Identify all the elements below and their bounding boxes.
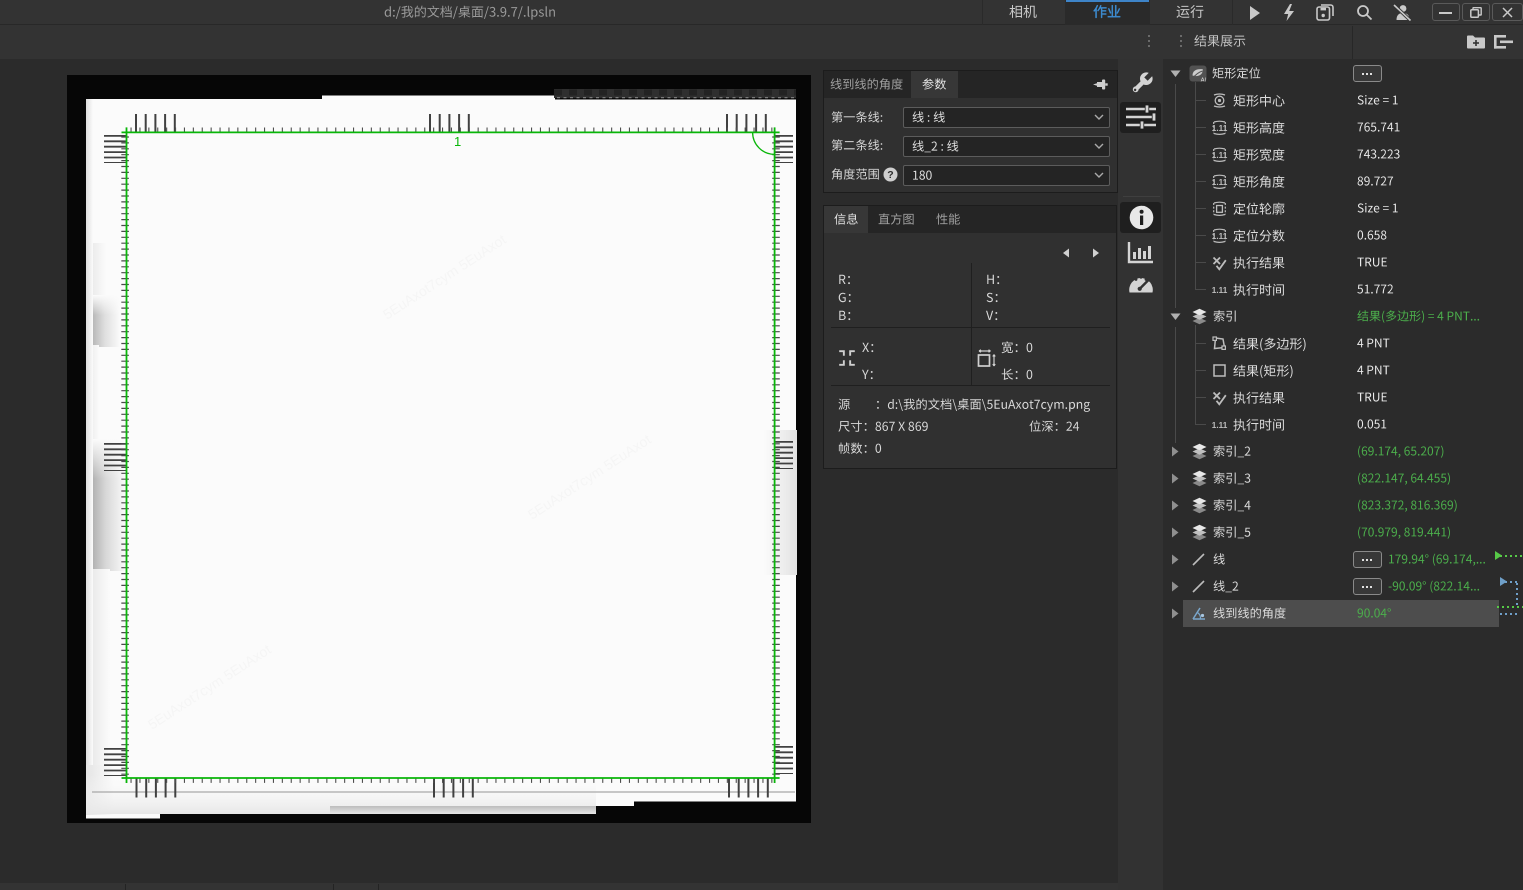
svg-text:1.11: 1.11 [1212,178,1228,187]
svg-text:AI: AI [1201,78,1207,84]
svg-text:1: 1 [454,134,461,149]
svg-text:1.11: 1.11 [1212,286,1228,295]
svg-text:1.11: 1.11 [1212,151,1228,160]
svg-text:1.11: 1.11 [1212,124,1228,133]
svg-text:1.11: 1.11 [1212,421,1228,430]
svg-text:?: ? [887,169,893,181]
svg-text:1.11: 1.11 [1212,232,1228,241]
